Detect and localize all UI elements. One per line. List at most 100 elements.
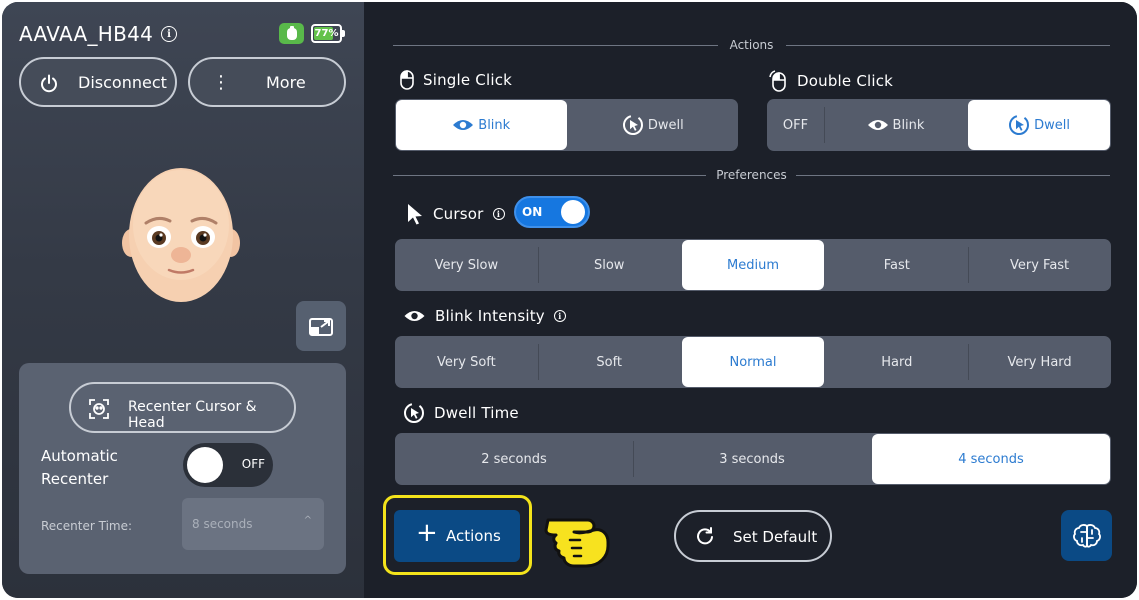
intensity-option[interactable]: Very Hard <box>968 336 1111 388</box>
speed-option[interactable]: Slow <box>537 239 681 291</box>
speed-option[interactable]: Very Slow <box>395 239 538 291</box>
single-click-selector: Blink Dwell <box>395 99 738 151</box>
dwell-time-label: Dwell Time <box>434 404 519 422</box>
eye-icon <box>453 120 474 130</box>
expand-view-button[interactable] <box>296 301 346 351</box>
toggle-knob <box>187 447 223 483</box>
single-click-label: Single Click <box>423 71 513 89</box>
add-actions-button[interactable]: + Actions <box>394 510 520 562</box>
eye-icon <box>867 120 888 130</box>
set-default-button[interactable]: Set Default <box>674 510 832 562</box>
intensity-option-label: Very Soft <box>437 354 496 370</box>
double-click-dwell-option[interactable]: Dwell <box>968 100 1110 150</box>
mouse-double-icon <box>769 70 786 92</box>
speed-option[interactable]: Medium <box>681 240 825 290</box>
speed-option-label: Very Slow <box>434 257 499 273</box>
double-click-blink-label: Blink <box>892 117 925 133</box>
more-label: More <box>266 73 306 92</box>
plus-icon: + <box>416 518 438 548</box>
speed-option-label: Slow <box>593 257 625 273</box>
more-button[interactable]: ⋮ More <box>188 57 346 107</box>
dwell-icon <box>1009 115 1030 135</box>
reset-icon <box>696 527 714 549</box>
cursor-toggle-state: ON <box>522 205 543 219</box>
cursor-toggle[interactable]: ON <box>514 196 590 228</box>
recenter-time-label: Recenter Time: <box>41 519 133 533</box>
device-panel: AAVAA_HB44 i 77% Disconnect ⋮ More Recen… <box>2 2 364 598</box>
speed-option-label: Very Fast <box>1009 257 1070 273</box>
single-click-blink-label: Blink <box>478 117 511 133</box>
disconnect-button[interactable]: Disconnect <box>19 57 177 107</box>
preferences-heading: Preferences <box>716 168 787 182</box>
dwell-time-option-label: 3 seconds <box>719 451 785 467</box>
recenter-label: Recenter Cursor & Head <box>128 399 257 431</box>
recenter-icon <box>87 397 111 425</box>
auto-recenter-toggle[interactable]: OFF <box>183 443 273 487</box>
cursor-label: Cursor <box>433 205 484 223</box>
speed-option-label: Medium <box>727 257 779 273</box>
dwell-time-option-label: 2 seconds <box>481 451 547 467</box>
cursor-speed-selector: Very Slow Slow Medium Fast Very Fast <box>395 239 1111 291</box>
double-click-label: Double Click <box>797 72 894 90</box>
speed-option[interactable]: Fast <box>825 239 968 291</box>
intensity-option[interactable]: Hard <box>825 336 968 388</box>
dwell-time-option-label: 4 seconds <box>958 451 1024 467</box>
disconnect-label: Disconnect <box>78 73 167 92</box>
double-click-label-row: Double Click <box>768 70 893 92</box>
intensity-option[interactable]: Very Soft <box>395 336 538 388</box>
info-icon[interactable]: i <box>553 310 566 322</box>
battery-level: 77% <box>314 28 339 39</box>
preferences-divider: Preferences <box>393 168 1110 182</box>
brain-icon <box>1072 523 1101 548</box>
dwell-icon <box>404 403 424 423</box>
auto-recenter-label: Automatic Recenter <box>41 447 118 488</box>
intensity-option-label: Hard <box>881 354 913 370</box>
intensity-option-label: Very Hard <box>1007 354 1072 370</box>
recenter-card: Recenter Cursor & Head Automatic Recente… <box>19 363 346 574</box>
double-click-blink-option[interactable]: Blink <box>824 99 967 151</box>
eye-icon <box>404 311 425 321</box>
recenter-time-select[interactable]: 8 seconds ^ <box>182 498 324 550</box>
single-click-dwell-option[interactable]: Dwell <box>568 99 739 151</box>
set-default-label: Set Default <box>733 528 818 546</box>
more-vertical-icon: ⋮ <box>212 72 230 93</box>
chevron-up-icon: ^ <box>303 515 312 526</box>
dwell-time-label-row: Dwell Time <box>403 402 519 424</box>
brain-button[interactable] <box>1061 510 1112 561</box>
info-icon[interactable]: i <box>492 208 505 220</box>
expand-icon <box>309 318 333 336</box>
power-icon <box>39 73 59 97</box>
avatar <box>122 168 240 302</box>
cursor-label-row: Cursor i <box>406 203 505 225</box>
mouse-left-icon <box>400 70 414 90</box>
device-name: AAVAA_HB44 <box>19 22 154 46</box>
speed-option-label: Fast <box>883 257 910 273</box>
cursor-icon <box>408 204 422 225</box>
info-icon[interactable]: i <box>161 26 178 42</box>
pointing-hand-icon <box>544 518 610 568</box>
intensity-option[interactable]: Soft <box>537 336 681 388</box>
recenter-time-value: 8 seconds <box>192 517 253 531</box>
device-icon <box>279 23 304 44</box>
single-click-blink-option[interactable]: Blink <box>396 100 567 150</box>
dwell-time-selector: 2 seconds 3 seconds 4 seconds <box>395 433 1111 485</box>
settings-panel: Actions Single Click Blink Dwell Double … <box>364 2 1137 598</box>
actions-heading: Actions <box>729 38 774 52</box>
app-window: AAVAA_HB44 i 77% Disconnect ⋮ More Recen… <box>2 2 1137 598</box>
dwell-time-option[interactable]: 2 seconds <box>395 433 633 485</box>
add-actions-label: Actions <box>446 527 501 545</box>
device-name-row: AAVAA_HB44 i <box>19 22 178 46</box>
intensity-option-label: Soft <box>596 354 623 370</box>
speed-option[interactable]: Very Fast <box>968 239 1111 291</box>
toggle-knob <box>561 200 585 224</box>
recenter-button[interactable]: Recenter Cursor & Head <box>69 382 296 433</box>
intensity-option[interactable]: Normal <box>681 337 825 387</box>
double-click-dwell-label: Dwell <box>1034 117 1070 133</box>
dwell-time-option[interactable]: 4 seconds <box>872 434 1110 484</box>
actions-divider: Actions <box>393 38 1110 52</box>
blink-intensity-label: Blink Intensity <box>435 307 545 325</box>
dwell-time-option[interactable]: 3 seconds <box>633 433 871 485</box>
blink-intensity-selector: Very Soft Soft Normal Hard Very Hard <box>395 336 1111 388</box>
blink-intensity-label-row: Blink Intensity i <box>403 307 566 325</box>
double-click-off-option[interactable]: OFF <box>767 99 824 151</box>
